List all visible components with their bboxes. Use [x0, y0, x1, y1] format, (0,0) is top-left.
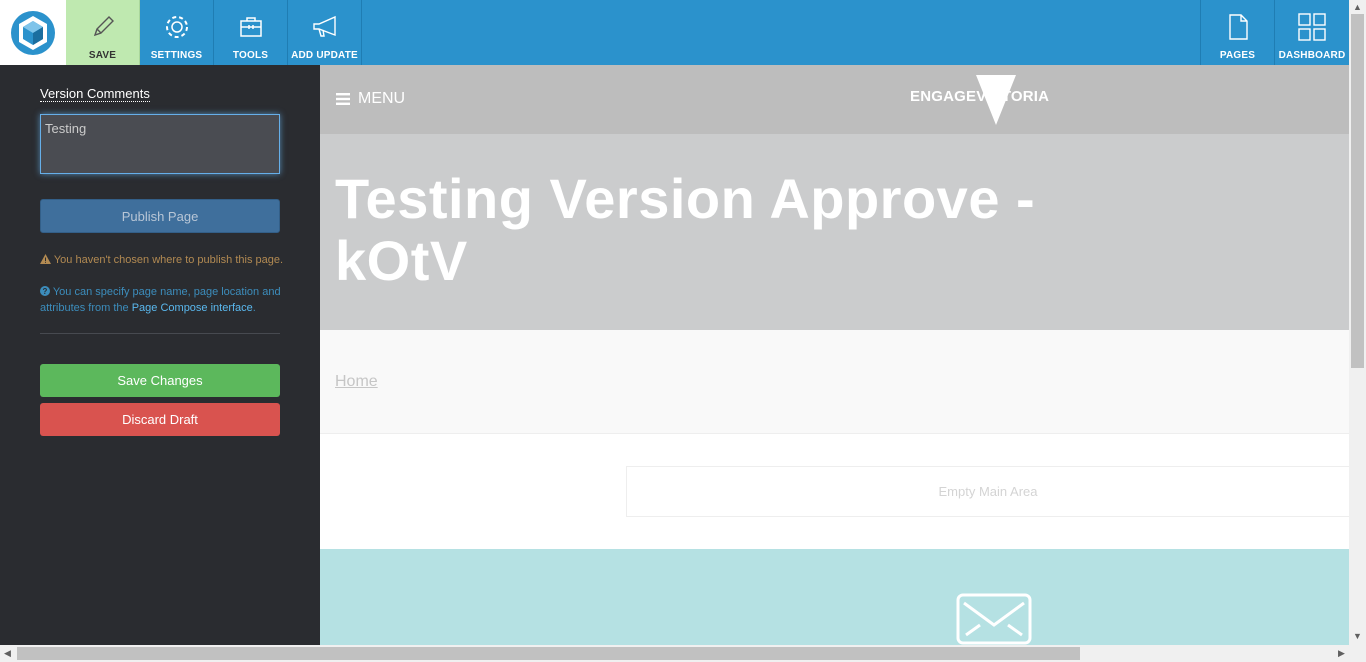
publish-info: ? You can specify page name, page locati…: [40, 284, 290, 316]
svg-text:?: ?: [43, 287, 48, 296]
publish-warning: You haven't chosen where to publish this…: [40, 252, 290, 268]
tools-tab-label: TOOLS: [232, 50, 269, 61]
menu-label: MENU: [358, 90, 406, 107]
save-panel: Version Comments Testing Publish Page Yo…: [0, 65, 320, 645]
hamburger-icon: [336, 93, 350, 105]
dashboard-tab-label: DASHBOARD: [1278, 50, 1346, 61]
question-circle-icon: ?: [40, 286, 50, 296]
page-icon: [1223, 12, 1253, 42]
page-compose-link[interactable]: Page Compose interface: [132, 302, 253, 314]
add-update-tab-label: ADD UPDATE: [291, 50, 358, 61]
top-toolbar: SAVE SETTINGS TOOLS ADD UPDATE PAGES DAS…: [0, 0, 1349, 65]
info-text-end: .: [252, 302, 256, 314]
scroll-right-arrow-icon[interactable]: ▶: [1338, 649, 1345, 658]
breadcrumb: Home: [320, 330, 1349, 434]
hexagon-logo-icon: [11, 10, 55, 55]
brand-text: ENGAGEVICTORIA: [910, 88, 1050, 105]
hero-banner: Testing Version Approve - kOtV: [320, 134, 1349, 330]
empty-main-area[interactable]: Empty Main Area: [626, 466, 1349, 517]
toolbox-icon: [236, 12, 266, 42]
warning-icon: [40, 254, 51, 264]
horizontal-scroll-thumb[interactable]: [17, 647, 1080, 660]
save-tab-label: SAVE: [88, 50, 117, 61]
vertical-scroll-thumb[interactable]: [1351, 14, 1364, 368]
site-header: MENU ENGAGEVICTORIA: [320, 65, 1349, 134]
engage-victoria-logo[interactable]: ENGAGEVICTORIA: [910, 75, 1060, 125]
scroll-down-arrow-icon[interactable]: ▼: [1353, 632, 1362, 641]
panel-divider: [40, 333, 280, 334]
breadcrumb-home-link[interactable]: Home: [335, 373, 378, 391]
tools-tab-button[interactable]: TOOLS: [214, 0, 288, 65]
page-title: Testing Version Approve - kOtV: [335, 167, 1036, 292]
version-comments-label: Version Comments: [40, 86, 150, 102]
dashboard-tab-button[interactable]: DASHBOARD: [1275, 0, 1349, 65]
pages-tab-button[interactable]: PAGES: [1200, 0, 1275, 65]
settings-tab-button[interactable]: SETTINGS: [140, 0, 214, 65]
newsletter-band: [320, 549, 1349, 645]
megaphone-icon: [310, 12, 340, 42]
add-update-tab-button[interactable]: ADD UPDATE: [288, 0, 362, 65]
scroll-left-arrow-icon[interactable]: ◀: [4, 649, 11, 658]
publish-page-button[interactable]: Publish Page: [40, 199, 280, 233]
warning-text: You haven't chosen where to publish this…: [53, 254, 284, 266]
settings-tab-label: SETTINGS: [150, 50, 203, 61]
pencil-icon: [88, 12, 118, 42]
gear-icon: [162, 12, 192, 42]
save-changes-button[interactable]: Save Changes: [40, 364, 280, 397]
menu-button[interactable]: MENU: [336, 90, 405, 108]
grid-icon: [1297, 12, 1327, 42]
discard-draft-button[interactable]: Discard Draft: [40, 403, 280, 436]
app-logo[interactable]: [0, 0, 66, 65]
page-preview: MENU ENGAGEVICTORIA Testing Version Appr…: [320, 65, 1349, 645]
envelope-icon: [956, 593, 1032, 645]
pages-tab-label: PAGES: [1219, 50, 1256, 61]
save-tab-button[interactable]: SAVE: [66, 0, 140, 65]
scroll-up-arrow-icon[interactable]: ▲: [1353, 3, 1362, 12]
version-comments-input[interactable]: Testing: [40, 114, 280, 174]
